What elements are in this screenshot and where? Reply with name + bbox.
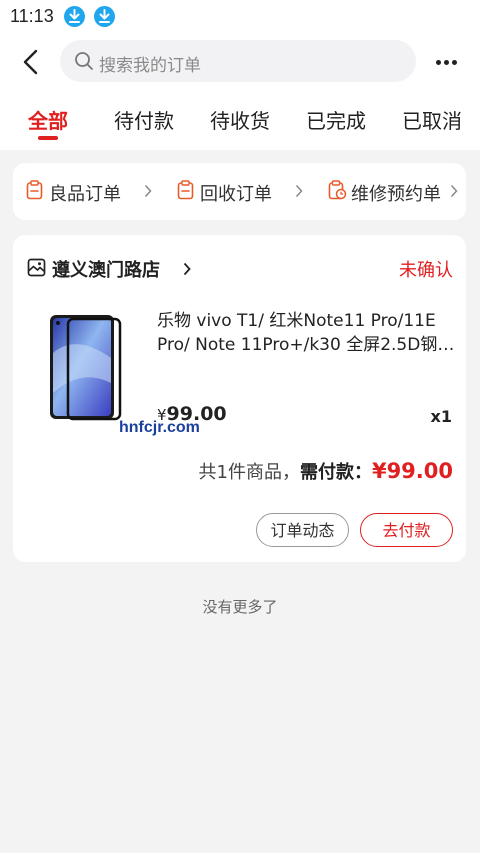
tab-all[interactable]: 全部	[28, 105, 68, 134]
active-tab-indicator	[38, 136, 58, 140]
download-icon	[94, 6, 115, 27]
quick-links-card: 良品订单 回收订单 维修预约单	[13, 163, 466, 220]
total-items: 共1件商品，	[198, 462, 300, 483]
tab-completed[interactable]: 已完成	[306, 105, 366, 134]
quick-link-recycle-orders[interactable]: 回收订单	[177, 179, 307, 205]
order-tracking-button[interactable]: 订单动态	[256, 513, 349, 547]
order-status: 未确认	[399, 260, 453, 281]
status-bar: 11:13	[0, 0, 480, 34]
tab-cancelled[interactable]: 已取消	[402, 105, 462, 134]
chevron-right-icon	[183, 262, 191, 276]
tab-pending-receipt[interactable]: 待收货	[210, 105, 270, 134]
search-placeholder: 搜索我的订单	[99, 56, 201, 76]
quick-link-label: 回收订单	[200, 184, 272, 205]
store-name: 遵义澳门路店	[52, 260, 160, 281]
quick-link-good-orders[interactable]: 良品订单	[26, 179, 152, 205]
store-icon	[27, 258, 46, 277]
back-button[interactable]	[18, 48, 46, 76]
more-options-button[interactable]	[430, 48, 464, 76]
chevron-right-icon	[144, 184, 152, 198]
chevron-left-icon	[23, 49, 38, 75]
product-quantity: x1	[430, 407, 452, 426]
quick-link-label: 维修预约单	[351, 184, 441, 205]
clipboard-icon	[26, 180, 43, 200]
nav-bar: 搜索我的订单	[0, 38, 480, 86]
clipboard-icon	[177, 180, 194, 200]
search-icon	[75, 52, 93, 70]
more-dots-icon	[436, 60, 441, 65]
header-area: 11:13 搜索我的订单 全部 待付款 待收货 已完成 已取消	[0, 0, 480, 150]
no-more-text: 没有更多了	[202, 598, 278, 616]
quick-link-label: 良品订单	[49, 184, 121, 205]
tab-pending-payment[interactable]: 待付款	[114, 105, 174, 134]
phone-screen-protector-image	[50, 315, 122, 421]
order-total: 共1件商品，需付款：¥99.00	[199, 458, 454, 488]
quick-link-repair-appointments[interactable]: 维修预约单	[328, 179, 460, 205]
product-name[interactable]: 乐物 vivo T1/ 红米Note11 Pro/11E Pro/ Note 1…	[157, 309, 457, 357]
clock-clipboard-icon	[328, 180, 347, 200]
payable-amount: ¥99.00	[371, 459, 453, 483]
chevron-right-icon	[295, 184, 303, 198]
payable-label: 需付款：	[299, 462, 372, 483]
download-icon	[64, 6, 85, 27]
search-input[interactable]: 搜索我的订单	[60, 40, 416, 82]
order-tabs: 全部 待付款 待收货 已完成 已取消	[0, 100, 480, 144]
product-thumbnail[interactable]	[46, 313, 126, 423]
order-card: 遵义澳门路店 未确认 乐物 vivo T1/ 红米Note11 Pro/11E …	[13, 235, 466, 562]
pay-button[interactable]: 去付款	[360, 513, 453, 547]
status-time: 11:13	[10, 6, 54, 26]
watermark-text: hnfcjr.com	[119, 419, 200, 436]
chevron-right-icon	[450, 184, 458, 198]
